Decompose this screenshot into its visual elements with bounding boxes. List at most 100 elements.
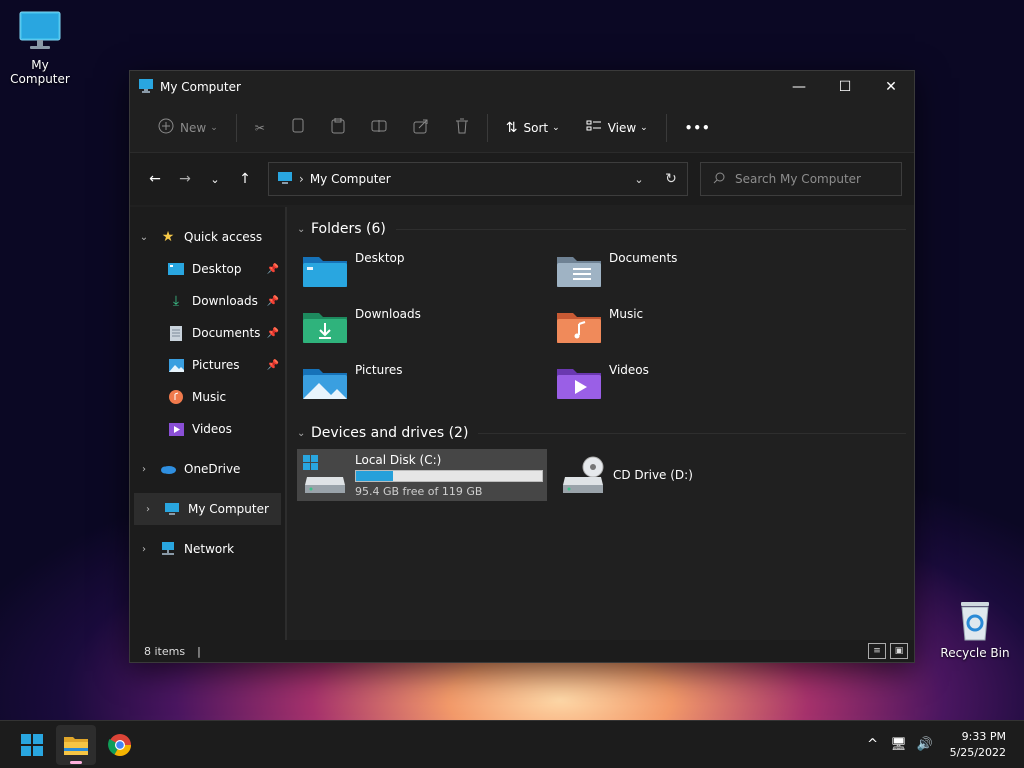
breadcrumb-my-computer[interactable]: My Computer [310,172,391,186]
taskbar-chrome[interactable] [100,725,140,765]
chevron-right-icon: › [146,503,150,515]
group-divider [478,432,906,434]
documents-folder-icon [557,257,601,287]
folder-tile-desktop[interactable]: Desktop [297,245,551,301]
command-bar: New ⌄ ✂ ⇅ Sort ⌄ View ⌄ ••• [130,103,914,153]
folders-group-header[interactable]: ⌄ Folders (6) [297,217,914,241]
chevron-down-icon: ⌄ [634,173,644,186]
drive-tile-local-disk-c[interactable]: Local Disk (C:) 95.4 GB free of 119 GB [297,449,547,501]
sort-button[interactable]: ⇅ Sort ⌄ [498,112,568,144]
refresh-button[interactable]: ↻ [655,171,687,187]
details-view-button[interactable]: ≡ [868,643,886,659]
trash-icon [455,118,469,137]
hard-drive-icon [303,455,345,493]
drive-tile-cd-drive-d[interactable]: CD Drive (D:) [555,449,693,501]
more-options-button[interactable]: ••• [677,112,719,144]
speaker-icon: 🔊 [916,737,933,752]
sidebar-item-onedrive[interactable]: › OneDrive [130,453,285,485]
folder-tile-documents[interactable]: Documents [551,245,805,301]
tiles-view-button[interactable]: ▣ [890,643,908,659]
monitor-icon [162,501,182,517]
start-button[interactable] [12,725,52,765]
sidebar-item-quick-access[interactable]: ⌄ ★ Quick access [130,221,285,253]
file-explorer-icon [64,736,88,755]
file-explorer-window: My Computer — ☐ ✕ New ⌄ ✂ ⇅ Sort ⌄ View … [129,70,915,663]
desktop-folder-icon [166,261,186,277]
volume-button[interactable]: 🔊 [912,737,938,752]
forward-button[interactable]: → [170,164,200,194]
folder-tile-videos[interactable]: Videos [551,357,805,413]
sidebar-item-documents[interactable]: Documents 📌 [130,317,285,349]
title-bar[interactable]: My Computer — ☐ ✕ [130,71,914,103]
sidebar-item-desktop[interactable]: Desktop 📌 [130,253,285,285]
drives-group-header[interactable]: ⌄ Devices and drives (2) [297,421,914,445]
arrow-up-icon: ↑ [239,171,251,187]
folder-tile-music[interactable]: Music [551,301,805,357]
desktop-icon-recycle-bin[interactable]: Recycle Bin [935,598,1015,660]
tile-label: Documents [609,251,678,265]
videos-folder-icon [557,369,601,399]
copy-icon [291,118,305,137]
tiles-view-icon: ▣ [894,646,904,656]
download-arrow-icon: ⤓ [172,293,180,309]
show-hidden-icons-button[interactable]: ^ [860,737,886,752]
sidebar-item-videos[interactable]: Videos [130,413,285,445]
drive-usage-fill [356,470,394,481]
clock[interactable]: 9:33 PM 5/25/2022 [950,729,1006,761]
network-icon: 🖥 [890,737,907,752]
folders-grid: Desktop Documents Downloads Music Pictur… [297,245,914,413]
details-view-icon: ≡ [873,646,881,656]
network-status-button[interactable]: 🖥 [886,737,912,752]
windows-start-icon [21,733,43,756]
arrow-left-icon: ← [149,171,161,187]
copy-button[interactable] [283,112,313,144]
sidebar-item-label: Downloads [192,294,258,308]
chevron-down-icon: ⌄ [210,122,218,133]
new-label: New [180,120,207,135]
search-box[interactable] [700,162,902,196]
minimize-button[interactable]: — [776,71,822,103]
tile-label: Pictures [355,363,403,377]
cut-button[interactable]: ✂ [247,112,273,144]
breadcrumb-separator: › [299,172,304,186]
pin-icon: 📌 [266,359,279,371]
delete-button[interactable] [447,112,477,144]
picture-icon [166,357,186,373]
clock-time: 9:33 PM [961,729,1006,743]
taskbar-file-explorer[interactable] [56,724,96,765]
sidebar-item-my-computer[interactable]: › My Computer [134,493,281,525]
address-bar[interactable]: › My Computer ⌄ ↻ [268,162,688,196]
ellipsis-icon: ••• [684,120,711,135]
toolbar-divider [486,113,488,142]
address-dropdown-button[interactable]: ⌄ [623,172,655,186]
drive-usage-bar [355,469,543,482]
search-input[interactable] [735,172,885,186]
folder-tile-pictures[interactable]: Pictures [297,357,551,413]
paste-button[interactable] [323,112,353,144]
arrow-right-icon: → [179,171,191,187]
recent-locations-button[interactable]: ⌄ [200,164,230,194]
sidebar-item-network[interactable]: › Network [130,533,285,565]
sort-label: Sort [523,120,549,135]
music-icon [166,389,186,405]
chevron-down-icon: ⌄ [139,231,149,243]
sidebar-item-downloads[interactable]: ⤓ Downloads 📌 [130,285,285,317]
up-button[interactable]: ↑ [230,164,260,194]
chevron-right-icon: › [142,543,146,555]
sidebar-item-music[interactable]: Music [130,381,285,413]
back-button[interactable]: ← [140,164,170,194]
sort-arrows-icon: ⇅ [505,119,518,136]
tile-label: Music [609,307,644,321]
folder-tile-downloads[interactable]: Downloads [297,301,551,357]
share-button[interactable] [405,112,437,144]
desktop-icon-my-computer[interactable]: My Computer [0,10,80,86]
group-title: Devices and drives (2) [311,425,469,441]
taskbar: ^ 🖥 🔊 9:33 PM 5/25/2022 [0,720,1024,768]
close-button[interactable]: ✕ [868,71,914,103]
maximize-button[interactable]: ☐ [822,71,868,103]
toolbar-divider [235,113,237,142]
new-button[interactable]: New ⌄ [150,112,226,144]
sidebar-item-pictures[interactable]: Pictures 📌 [130,349,285,381]
view-button[interactable]: View ⌄ [578,112,656,144]
rename-button[interactable] [363,112,395,144]
